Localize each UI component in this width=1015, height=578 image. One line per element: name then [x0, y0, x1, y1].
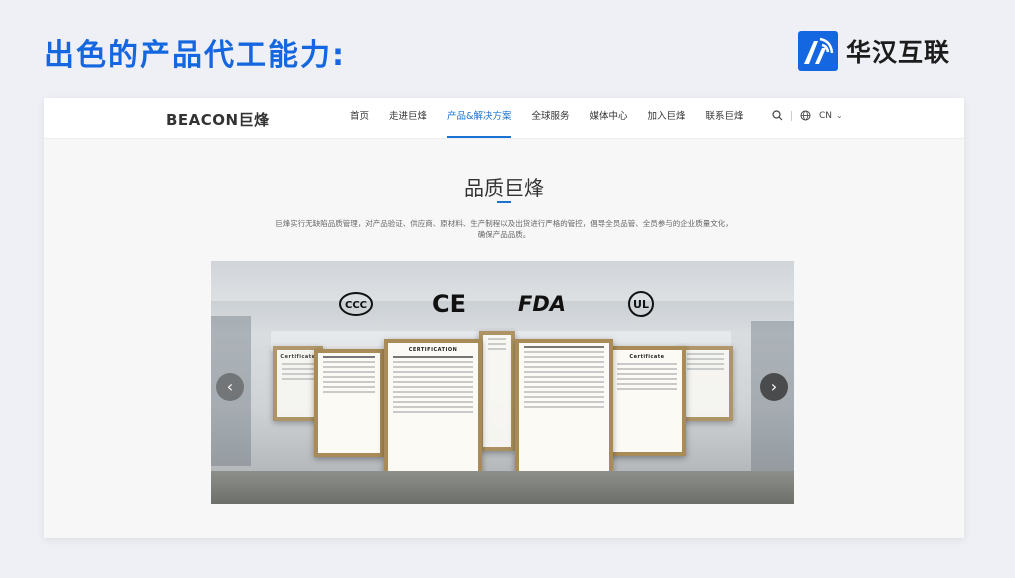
- ccc-mark-text: CCC: [345, 300, 367, 311]
- nav-item-contact[interactable]: 联系巨烽: [696, 98, 754, 138]
- divider: [791, 110, 792, 121]
- fda-mark: FDA: [517, 292, 567, 316]
- nav-tools: CN ⌄: [772, 110, 843, 121]
- nav-item-products[interactable]: 产品&解决方案: [437, 98, 521, 138]
- certificate-card: [314, 349, 384, 457]
- nav-item-join[interactable]: 加入巨烽: [637, 98, 695, 138]
- certificate-heading: CERTIFICATION: [408, 347, 458, 353]
- site-navbar: BEACON巨烽 首页 走进巨烽 产品&解决方案 全球服务 媒体中心 加入巨烽 …: [44, 98, 964, 139]
- display-shelf: [211, 471, 794, 504]
- certificate-card: CERTIFICATION: [384, 339, 482, 475]
- language-selector[interactable]: CN: [819, 111, 832, 121]
- section-description: 巨烽实行无缺陷品质管理，对产品验证、供应商、原材料、生产制程以及出货进行严格的管…: [254, 218, 754, 240]
- ce-mark: CE: [431, 290, 466, 318]
- nav-item-about[interactable]: 走进巨烽: [379, 98, 437, 138]
- ccc-mark: CCC: [339, 291, 373, 317]
- site-logo[interactable]: BEACON巨烽: [166, 109, 270, 130]
- section-desc-line-2: 确保产品品质。: [477, 230, 531, 239]
- carousel-next-button[interactable]: ›: [760, 373, 788, 401]
- ul-mark-text: UL: [633, 298, 649, 311]
- certificate-card: Certificate: [608, 346, 686, 456]
- section-title: 品质巨烽: [464, 176, 544, 200]
- bg-ceiling: [211, 261, 794, 301]
- search-icon[interactable]: [772, 110, 783, 121]
- certificate-card: [515, 339, 613, 475]
- certificate-carousel: CCC CE FDA UL Certificate Certificate CE…: [211, 261, 794, 504]
- brand-logo: 华汉互联: [798, 31, 950, 71]
- site-logo-text: BEACON: [166, 111, 239, 129]
- section-desc-line-1: 巨烽实行无缺陷品质管理，对产品验证、供应商、原材料、生产制程以及出货进行严格的管…: [275, 219, 733, 228]
- certificate-heading: Certificate: [629, 354, 665, 360]
- globe-icon[interactable]: [800, 110, 811, 121]
- site-logo-cn: 巨烽: [238, 111, 270, 129]
- title-underline: [497, 201, 511, 203]
- chevron-down-icon[interactable]: ⌄: [836, 111, 843, 120]
- nav-item-media[interactable]: 媒体中心: [579, 98, 637, 138]
- slide-title: 出色的产品代工能力:: [44, 38, 346, 73]
- certificate-heading: Certificate: [280, 354, 316, 360]
- carousel-prev-button[interactable]: ‹: [216, 373, 244, 401]
- nav-menu: 首页 走进巨烽 产品&解决方案 全球服务 媒体中心 加入巨烽 联系巨烽: [340, 98, 754, 138]
- website-screenshot: BEACON巨烽 首页 走进巨烽 产品&解决方案 全球服务 媒体中心 加入巨烽 …: [44, 98, 964, 538]
- nav-item-home[interactable]: 首页: [340, 98, 379, 138]
- nav-item-service[interactable]: 全球服务: [521, 98, 579, 138]
- certificate-card: [479, 331, 515, 451]
- brand-mark-icon: [798, 31, 838, 71]
- brand-name: 华汉互联: [846, 38, 951, 67]
- certificate-card: [678, 346, 733, 421]
- ul-mark: UL: [626, 291, 656, 317]
